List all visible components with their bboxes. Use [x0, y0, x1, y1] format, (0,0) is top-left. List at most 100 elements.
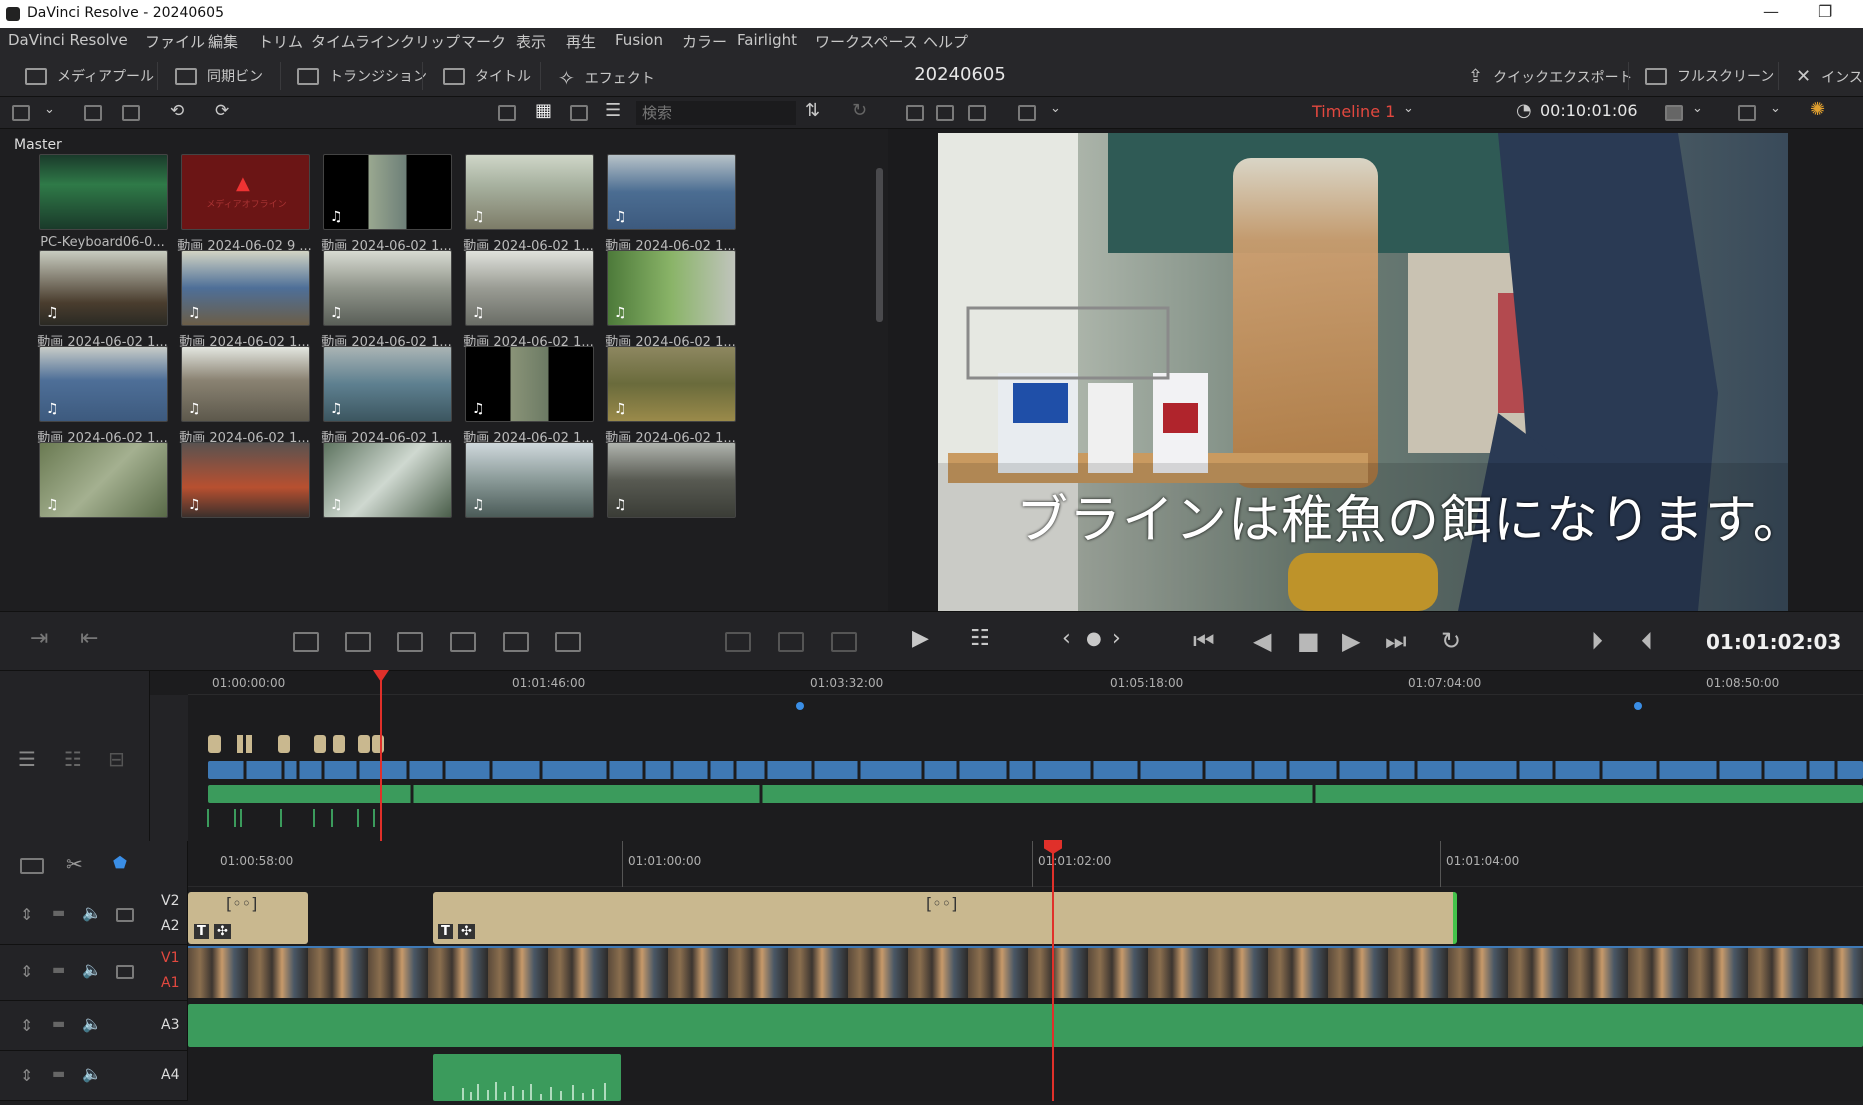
color-wheel-icon[interactable]: ✺: [1810, 99, 1825, 120]
fullscreen-button[interactable]: フルスクリーン: [1645, 66, 1774, 86]
ruler-tick: [1440, 841, 1441, 887]
media-clip[interactable]: ♫ 動画 2024-06-02 1...: [162, 346, 312, 456]
close-up-icon[interactable]: [450, 632, 476, 652]
media-clip[interactable]: ▲ メディアオフライン 動画 2024-06-02 9 ...: [162, 154, 312, 264]
safe-area-icon[interactable]: [778, 632, 804, 652]
place-on-top-icon[interactable]: [503, 632, 529, 652]
ruler-label: 01:05:18:00: [1110, 676, 1184, 690]
ripple-overwrite-icon[interactable]: [397, 632, 423, 652]
lower-timeline-ruler[interactable]: 01:00:58:00 01:01:00:00 01:01:02:00 01:0…: [188, 841, 1863, 887]
aspect-ratio-icon[interactable]: [1018, 105, 1036, 121]
timeline-chevron-down-icon[interactable]: ⌄: [1403, 101, 1414, 116]
blade-scissors-icon[interactable]: ✂: [66, 852, 83, 876]
insert-clip-icon[interactable]: ⇥: [30, 626, 48, 651]
zoom-options-icon[interactable]: ⊟: [108, 747, 125, 771]
menu-item-help[interactable]: ヘルプ: [923, 31, 968, 52]
track-video-icon[interactable]: [116, 965, 134, 979]
settings-sliders-icon[interactable]: ☷: [970, 626, 990, 651]
timecode-clock-icon: ◔: [1516, 100, 1532, 121]
loop-icon[interactable]: ↻: [1441, 627, 1461, 655]
chevron-down-icon[interactable]: ⌄: [1770, 101, 1781, 116]
go-to-end-icon[interactable]: ⏭: [1385, 627, 1407, 655]
track-expand-icon[interactable]: ⇕: [20, 962, 33, 981]
upper-timeline-ruler[interactable]: 01:00:00:00 01:01:46:00 01:03:32:00 01:0…: [188, 671, 1863, 695]
media-clip[interactable]: ♫: [20, 442, 170, 552]
media-clip[interactable]: ♫ 動画 2024-06-02 1...: [588, 154, 738, 264]
viewer-mode-icon[interactable]: [906, 105, 924, 121]
media-clip[interactable]: PC-Keyboard06-0...: [20, 154, 170, 264]
media-clip[interactable]: ♫: [446, 442, 596, 552]
title-clip[interactable]: [◦◦] T ✣: [188, 892, 308, 944]
next-edit-icon[interactable]: ⏵: [1591, 627, 1603, 655]
clip-thumbnail: ♫: [181, 346, 310, 422]
speaker-icon[interactable]: 🔈: [82, 903, 102, 922]
timeline-view-icon[interactable]: [20, 858, 44, 874]
jog-right-icon[interactable]: ›: [1112, 626, 1121, 651]
track-options-icon[interactable]: ☰: [18, 747, 36, 771]
speaker-icon[interactable]: 🔈: [82, 1064, 102, 1083]
inspector-button[interactable]: ✕ インス: [1796, 66, 1863, 87]
lock-icon[interactable]: ▬: [52, 962, 65, 978]
lock-icon[interactable]: ▬: [52, 905, 65, 921]
track-expand-icon[interactable]: ⇕: [20, 1016, 33, 1035]
media-clip[interactable]: ♫ 動画 2024-06-02 1...: [446, 346, 596, 456]
video-clip-border: [188, 946, 1863, 948]
jog-dot-icon[interactable]: ●: [1086, 628, 1102, 649]
media-pool-scrollbar[interactable]: [876, 168, 883, 322]
lower-playhead[interactable]: [1052, 846, 1054, 1101]
audio-note-icon: ♫: [188, 401, 201, 417]
chevron-down-icon[interactable]: ⌄: [1050, 101, 1061, 116]
quick-export-button[interactable]: ⇪ クイックエクスポート: [1468, 66, 1633, 87]
media-clip[interactable]: ♫: [304, 442, 454, 552]
media-clip[interactable]: ♫ 動画 2024-06-02 1...: [20, 250, 170, 360]
media-clip[interactable]: ♫: [588, 442, 738, 552]
lock-icon[interactable]: ▬: [52, 1066, 65, 1082]
media-clip[interactable]: ♫ 動画 2024-06-02 1...: [304, 154, 454, 264]
audio-note-icon: ♫: [614, 305, 627, 321]
track-expand-icon[interactable]: ⇕: [20, 1066, 33, 1085]
split-clip-icon[interactable]: [725, 632, 751, 652]
dual-viewer-icon[interactable]: [968, 105, 986, 121]
speaker-icon[interactable]: 🔈: [82, 1014, 102, 1033]
lock-icon[interactable]: ▬: [52, 1016, 65, 1032]
media-clip[interactable]: ♫: [162, 442, 312, 552]
viewer-output-icon[interactable]: [1665, 105, 1683, 121]
play-icon[interactable]: ▶: [1342, 627, 1360, 655]
maximize-button[interactable]: ❐: [1818, 2, 1832, 21]
jog-left-icon[interactable]: ‹: [1062, 626, 1071, 651]
media-clip[interactable]: ♫ 動画 2024-06-02 1...: [304, 250, 454, 360]
media-clip[interactable]: ♫ 動画 2024-06-02 1...: [20, 346, 170, 456]
reverse-play-icon[interactable]: ◀: [1253, 627, 1271, 655]
audio-note-icon: ♫: [188, 305, 201, 321]
audio-clip-a3[interactable]: [188, 1004, 1863, 1047]
audio-clip-a4[interactable]: [433, 1054, 621, 1101]
transform-icon[interactable]: [1738, 105, 1756, 121]
append-icon[interactable]: [345, 632, 371, 652]
media-clip[interactable]: ♫ 動画 2024-06-02 1...: [162, 250, 312, 360]
timeline-name[interactable]: Timeline 1: [1312, 102, 1395, 121]
media-clip[interactable]: ♫ 動画 2024-06-02 1...: [446, 250, 596, 360]
minimize-button[interactable]: —: [1763, 2, 1779, 21]
media-clip[interactable]: ♫ 動画 2024-06-02 1...: [446, 154, 596, 264]
title-clip[interactable]: [◦◦] T ✣: [433, 892, 1457, 944]
flag-marker-icon[interactable]: ⬟: [113, 853, 127, 872]
speaker-icon[interactable]: 🔈: [82, 960, 102, 979]
media-clip[interactable]: ♫ 動画 2024-06-02 1...: [304, 346, 454, 456]
overwrite-clip-icon[interactable]: ⇤: [80, 626, 98, 651]
audio-options-icon[interactable]: ☷: [64, 747, 82, 771]
smart-insert-icon[interactable]: [293, 632, 319, 652]
track-expand-icon[interactable]: ⇕: [20, 905, 33, 924]
audio-meter-icon[interactable]: [831, 632, 857, 652]
media-clip[interactable]: ♫ 動画 2024-06-02 1...: [588, 250, 738, 360]
go-to-start-icon[interactable]: ⏮: [1193, 627, 1215, 655]
video-clip-filmstrip[interactable]: [188, 948, 1863, 998]
chevron-down-icon[interactable]: ⌄: [1692, 101, 1703, 116]
source-overwrite-icon[interactable]: [555, 632, 581, 652]
upper-playhead[interactable]: [380, 677, 382, 841]
prev-edit-icon[interactable]: ⏴: [1641, 627, 1653, 655]
track-video-icon[interactable]: [116, 908, 134, 922]
stop-icon[interactable]: ■: [1297, 627, 1320, 655]
media-clip[interactable]: ♫ 動画 2024-06-02 1...: [588, 346, 738, 456]
playback-mode-icon[interactable]: ▶: [912, 626, 929, 651]
source-viewer-icon[interactable]: [936, 105, 954, 121]
